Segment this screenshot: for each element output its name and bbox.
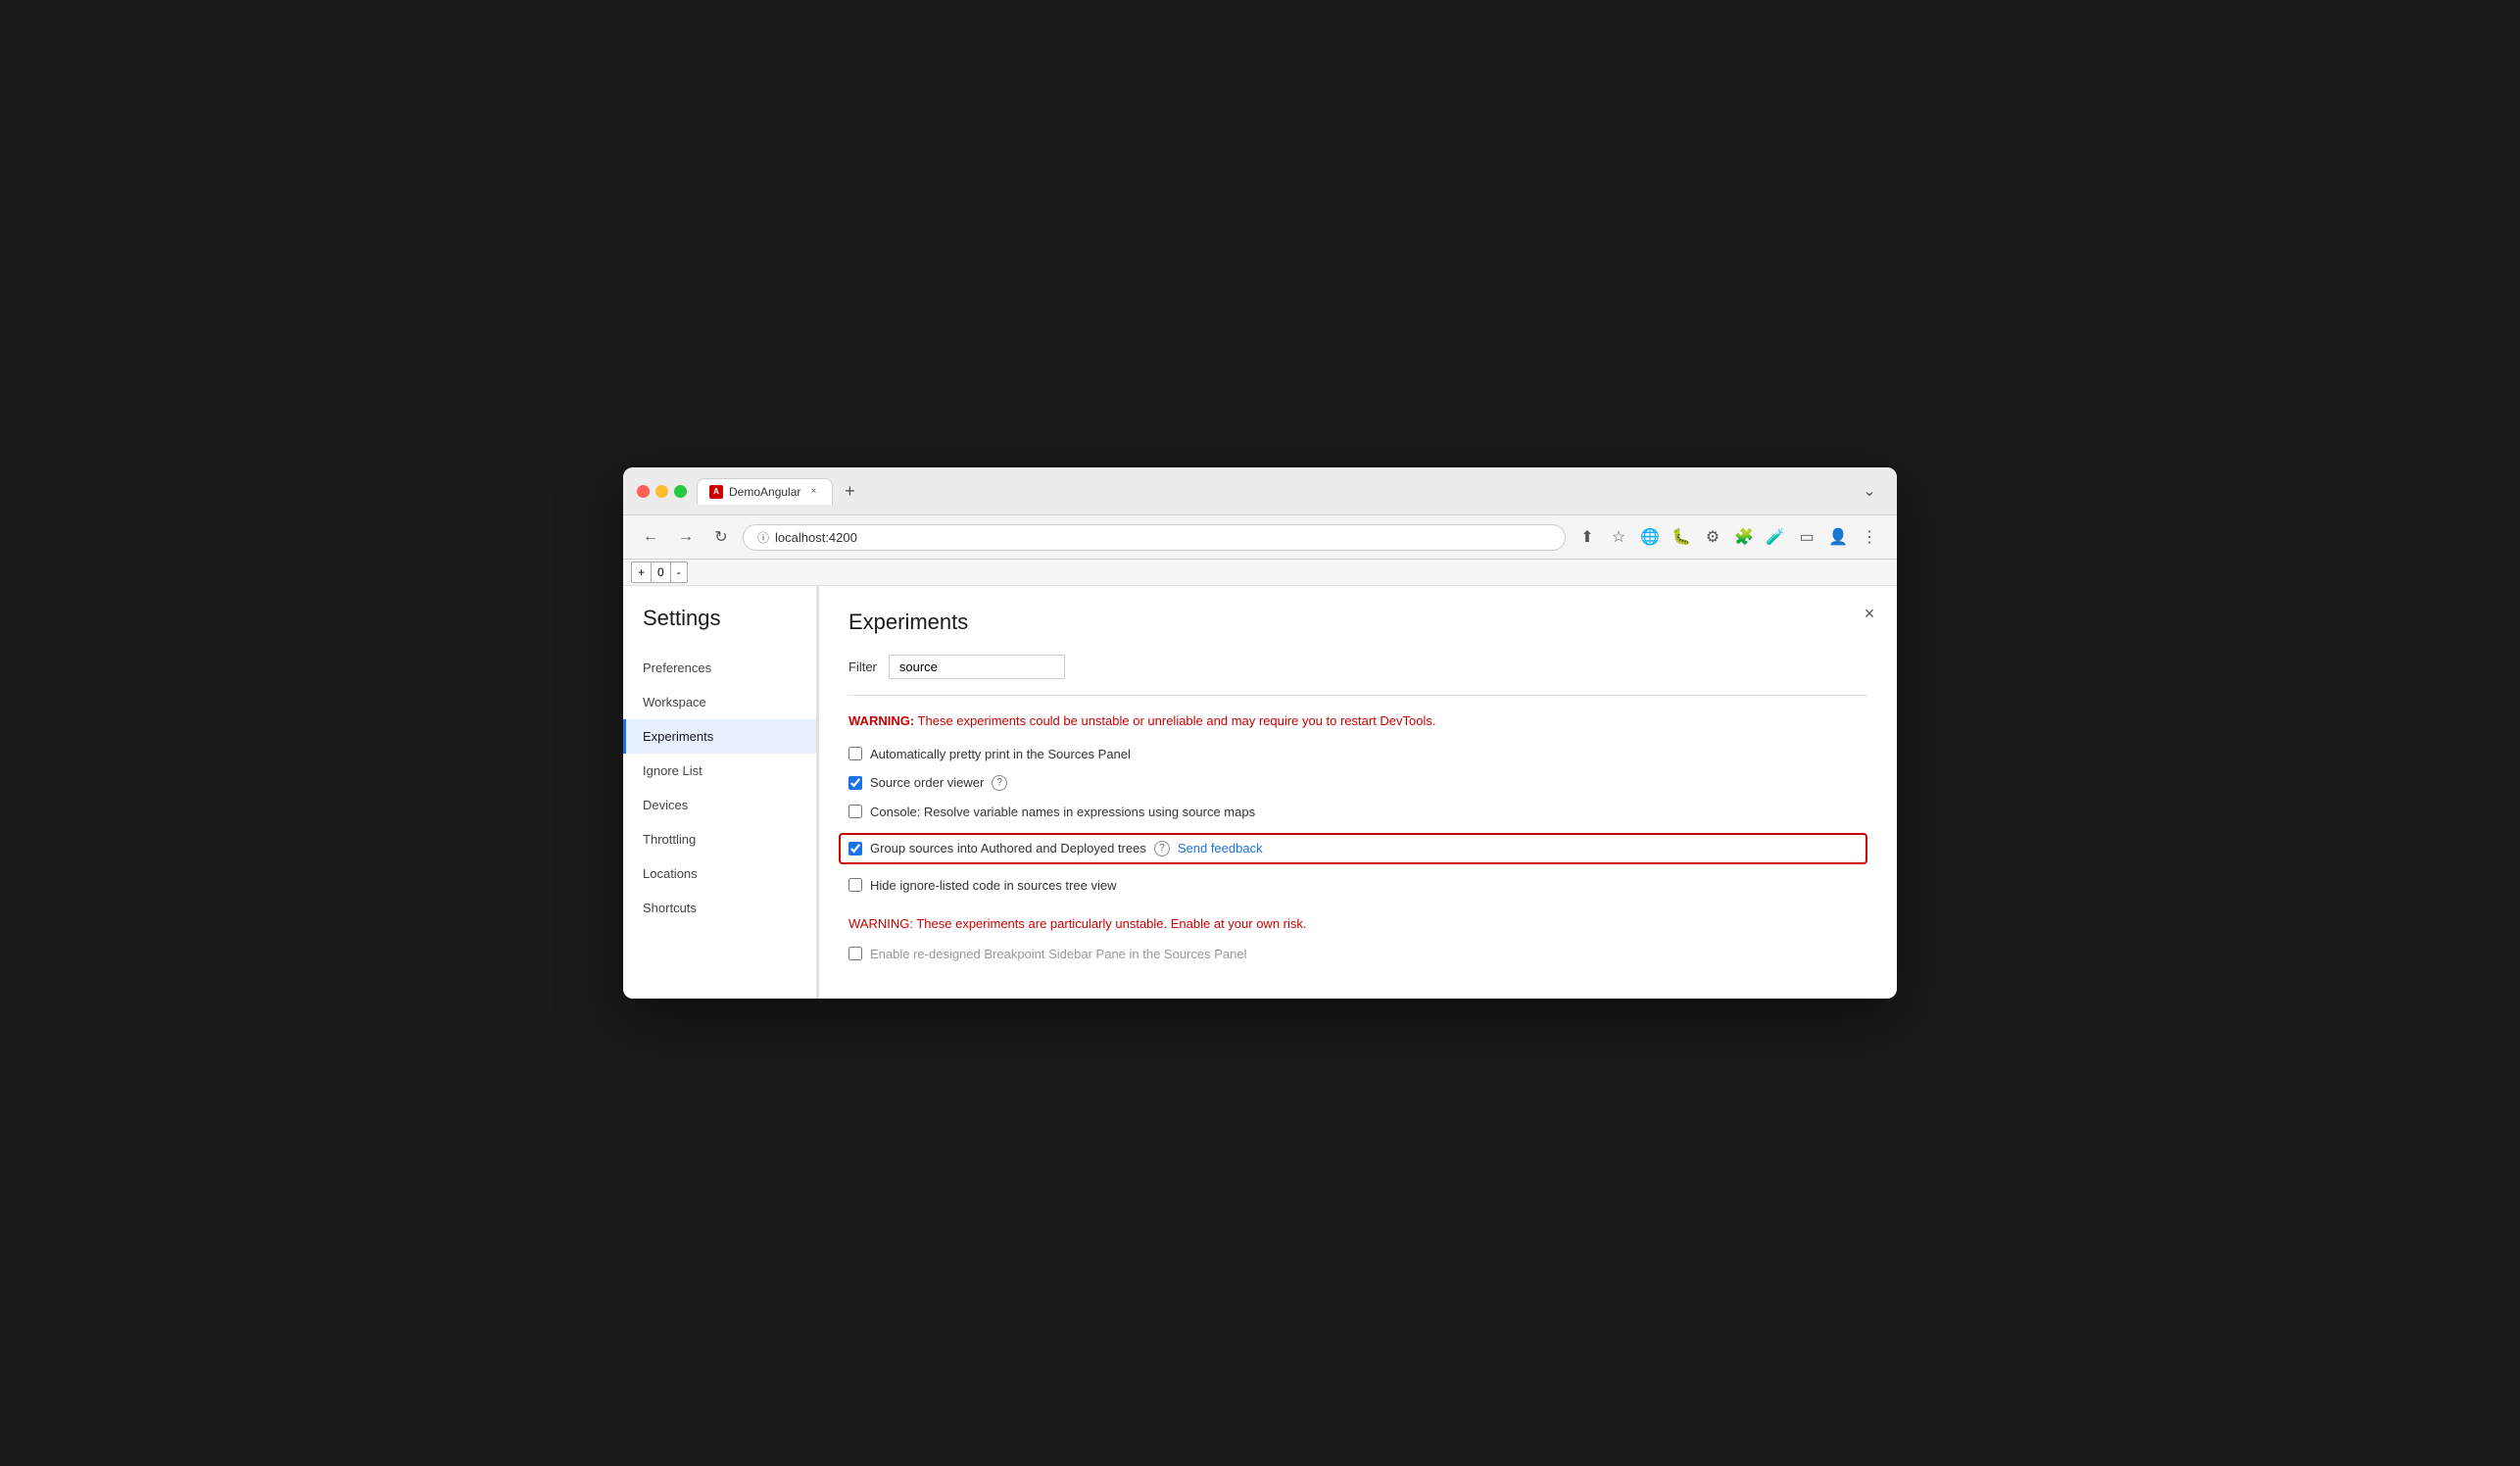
- settings-close-button[interactable]: ×: [1858, 602, 1881, 625]
- sidebar-item-throttling[interactable]: Throttling: [623, 822, 816, 856]
- filter-row: Filter: [848, 655, 1867, 679]
- warning-2: WARNING: These experiments are particula…: [848, 916, 1867, 931]
- tab-favicon: A: [709, 485, 723, 499]
- active-tab[interactable]: A DemoAngular ×: [697, 478, 833, 505]
- warning-1-label: WARNING:: [848, 713, 914, 728]
- filter-input[interactable]: [889, 655, 1065, 679]
- pretty-print-label: Automatically pretty print in the Source…: [870, 747, 1131, 761]
- breakpoint-sidebar-checkbox[interactable]: [848, 947, 862, 960]
- font-size-value: 0: [652, 562, 671, 582]
- sidebar-item-experiments[interactable]: Experiments: [623, 719, 816, 754]
- settings-sidebar: Settings Preferences Workspace Experimen…: [623, 586, 819, 999]
- warning-1-text: These experiments could be unstable or u…: [914, 713, 1435, 728]
- window-dropdown-button[interactable]: ⌄: [1856, 477, 1883, 505]
- earth-button[interactable]: 🌐: [1636, 523, 1664, 551]
- tab-close-button[interactable]: ×: [806, 485, 820, 499]
- sidebar-item-preferences[interactable]: Preferences: [623, 651, 816, 685]
- filter-label: Filter: [848, 660, 877, 674]
- experiment-breakpoint-sidebar: Enable re-designed Breakpoint Sidebar Pa…: [848, 947, 1867, 961]
- content-title: Experiments: [848, 610, 1867, 635]
- sidebar-item-locations[interactable]: Locations: [623, 856, 816, 891]
- address-text: localhost:4200: [775, 530, 857, 545]
- settings-panel: Settings Preferences Workspace Experimen…: [623, 586, 1897, 999]
- experiment-group-sources: Group sources into Authored and Deployed…: [839, 833, 1867, 864]
- share-button[interactable]: ⬆: [1574, 523, 1601, 551]
- devtools-button[interactable]: ⚙: [1699, 523, 1726, 551]
- console-resolve-checkbox[interactable]: [848, 805, 862, 818]
- tab-title: DemoAngular: [729, 485, 800, 499]
- forward-button[interactable]: →: [672, 523, 700, 551]
- puzzle-button[interactable]: 🧩: [1730, 523, 1758, 551]
- close-traffic-light[interactable]: [637, 485, 650, 498]
- font-decrease-button[interactable]: -: [671, 562, 687, 582]
- experiment-pretty-print: Automatically pretty print in the Source…: [848, 747, 1867, 761]
- source-order-checkbox[interactable]: [848, 776, 862, 790]
- experiment-source-order: Source order viewer ?: [848, 775, 1867, 791]
- profile-button[interactable]: 👤: [1824, 523, 1852, 551]
- warning-2-text: These experiments are particularly unsta…: [913, 916, 1307, 931]
- warning-2-label: WARNING:: [848, 916, 913, 931]
- bug-button[interactable]: 🐛: [1668, 523, 1695, 551]
- sidebar-item-devices[interactable]: Devices: [623, 788, 816, 822]
- divider-1: [848, 695, 1867, 696]
- experiment-hide-ignore: Hide ignore-listed code in sources tree …: [848, 878, 1867, 893]
- send-feedback-link[interactable]: Send feedback: [1178, 841, 1263, 855]
- pretty-print-checkbox[interactable]: [848, 747, 862, 760]
- browser-toolbar: ← → ↻ ⓘ localhost:4200 ⬆ ☆ 🌐 🐛 ⚙ 🧩 🧪 ▭ 👤…: [623, 515, 1897, 560]
- settings-title: Settings: [623, 606, 816, 651]
- menu-button[interactable]: ⋮: [1856, 523, 1883, 551]
- hide-ignore-label: Hide ignore-listed code in sources tree …: [870, 878, 1116, 893]
- address-bar[interactable]: ⓘ localhost:4200: [743, 524, 1566, 551]
- font-increase-button[interactable]: +: [632, 562, 652, 582]
- new-tab-button[interactable]: +: [837, 478, 862, 504]
- warning-2-section: WARNING: These experiments are particula…: [848, 916, 1867, 961]
- refresh-button[interactable]: ↻: [707, 523, 735, 551]
- experiment-console-resolve: Console: Resolve variable names in expre…: [848, 805, 1867, 819]
- font-size-controls: + 0 -: [631, 562, 688, 583]
- group-sources-label: Group sources into Authored and Deployed…: [870, 841, 1146, 855]
- console-resolve-label: Console: Resolve variable names in expre…: [870, 805, 1255, 819]
- toolbar-actions: ⬆ ☆ 🌐 🐛 ⚙ 🧩 🧪 ▭ 👤 ⋮: [1574, 523, 1883, 551]
- bookmark-button[interactable]: ☆: [1605, 523, 1632, 551]
- traffic-lights: [637, 485, 687, 498]
- browser-titlebar: A DemoAngular × + ⌄: [623, 467, 1897, 515]
- devtools-topbar: + 0 -: [623, 560, 1897, 586]
- address-secure-icon: ⓘ: [757, 529, 769, 546]
- tab-bar: A DemoAngular × +: [697, 478, 1846, 505]
- back-button[interactable]: ←: [637, 523, 664, 551]
- group-sources-help-icon[interactable]: ?: [1154, 841, 1170, 856]
- group-sources-checkbox[interactable]: [848, 842, 862, 855]
- sidebar-item-shortcuts[interactable]: Shortcuts: [623, 891, 816, 925]
- maximize-traffic-light[interactable]: [674, 485, 687, 498]
- flask-button[interactable]: 🧪: [1762, 523, 1789, 551]
- source-order-help-icon[interactable]: ?: [992, 775, 1007, 791]
- sidebar-item-workspace[interactable]: Workspace: [623, 685, 816, 719]
- hide-ignore-checkbox[interactable]: [848, 878, 862, 892]
- minimize-traffic-light[interactable]: [655, 485, 668, 498]
- sidebar-item-ignore-list[interactable]: Ignore List: [623, 754, 816, 788]
- layout-button[interactable]: ▭: [1793, 523, 1820, 551]
- breakpoint-sidebar-label: Enable re-designed Breakpoint Sidebar Pa…: [870, 947, 1246, 961]
- browser-window: A DemoAngular × + ⌄ ← → ↻ ⓘ localhost:42…: [623, 467, 1897, 999]
- source-order-label: Source order viewer: [870, 775, 984, 790]
- warning-1: WARNING: These experiments could be unst…: [848, 711, 1867, 731]
- settings-content: × Experiments Filter WARNING: These expe…: [819, 586, 1897, 999]
